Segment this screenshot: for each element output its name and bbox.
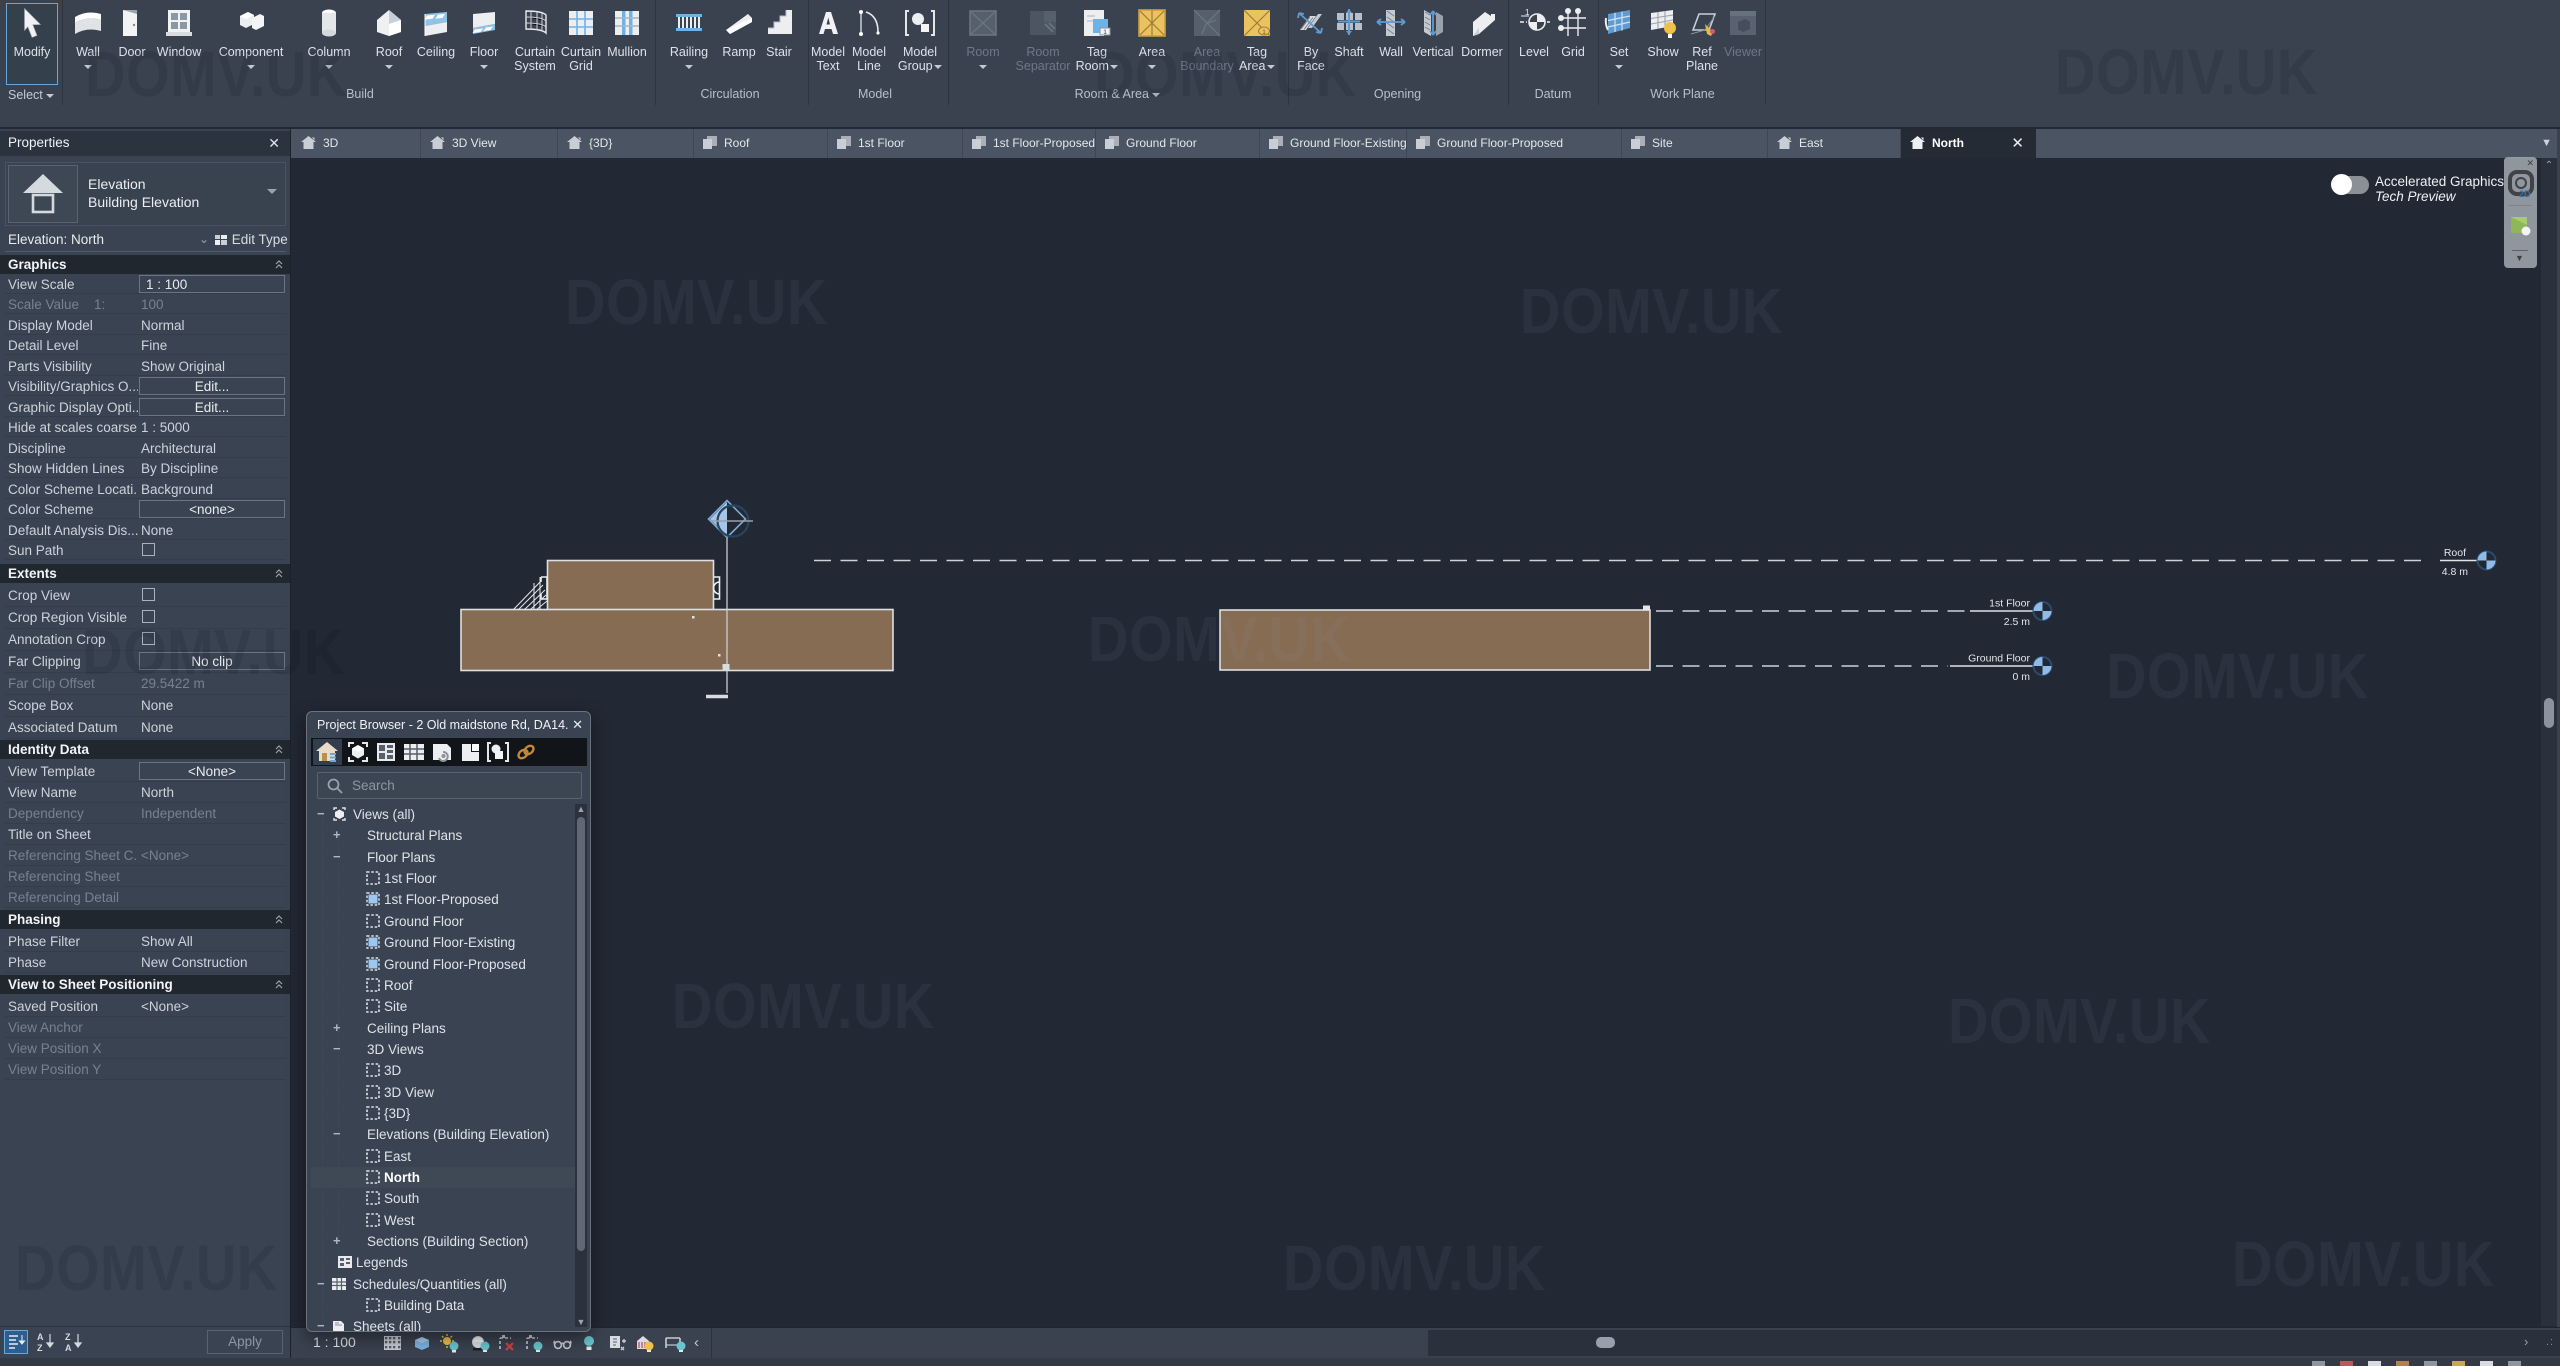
svg-text:1st Floor: 1st Floor (1989, 598, 2030, 610)
svg-text:4.8 m: 4.8 m (2442, 566, 2469, 578)
svg-text:2.5 m: 2.5 m (2004, 616, 2031, 628)
svg-text:Z: Z (65, 1332, 71, 1342)
svg-text:A: A (65, 1343, 72, 1353)
svg-text:1: 1 (1103, 29, 1107, 36)
svg-text:Z: Z (37, 1343, 43, 1353)
svg-text:0 m: 0 m (2012, 671, 2030, 683)
svg-text:Roof: Roof (2444, 547, 2466, 559)
svg-text:Ground Floor: Ground Floor (1968, 653, 2030, 665)
svg-text:A: A (37, 1332, 44, 1342)
